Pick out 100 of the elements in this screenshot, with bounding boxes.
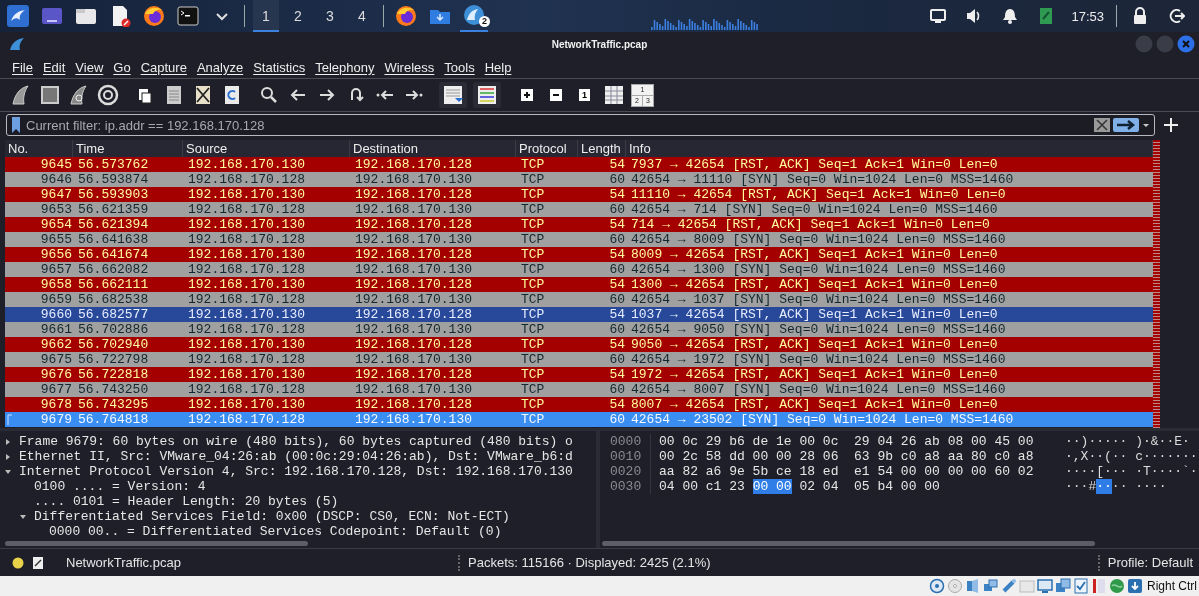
resize-columns-icon[interactable] [602,84,625,106]
menu-item[interactable]: Tools [444,59,475,75]
scrollbar-thumb[interactable] [5,541,308,546]
packet-row[interactable]: 9646 56.593874 192.168.170.128 192.168.170.130 TCP 60 42654 → 11110 [SYN] Seq=0 Win=1024 Len=0 MSS=1460 [5,172,1153,187]
table-cell-text: 60 [608,322,626,337]
fin-icon[interactable] [67,84,90,106]
packet-row[interactable]: 9655 56.641638 192.168.170.128 192.168.170.130 TCP 60 42654 → 8009 [SYN] Seq=0 Win=1024 Len=0 MSS=1460 [5,232,1153,247]
tree-item[interactable]: 0100 .... = Version: 4 [34,479,206,494]
menu-item[interactable]: Help [484,59,512,75]
filter-field[interactable]: Current filter: ip.addr == 192.168.170.128 [24,117,1091,133]
bell-icon[interactable] [1001,7,1020,25]
packet-row[interactable]: 9676 56.722818 192.168.170.130 192.168.170.128 TCP 54 1972 → 42654 [RST, ACK] Seq=1 Ack=1 Win=0 Len=0 [5,367,1153,382]
profile-label[interactable]: Profile: Default [1107,555,1193,570]
packet-row[interactable]: 9645 56.573762 192.168.170.130 192.168.170.128 TCP 54 7937 → 42654 [RST, ACK] Seq=1 Ack=1 Win=0 Len=0 [5,157,1153,172]
fin-icon [8,36,26,52]
window-icon[interactable] [41,5,63,27]
ascii-bytes[interactable]: ·,X··(·· c······· [1065,449,1198,464]
workspace-tab[interactable]: 3 [317,0,343,32]
packet-row[interactable]: 9660 56.682577 192.168.170.130 192.168.170.128 TCP 54 1037 → 42654 [RST, ACK] Seq=1 Ack=1 Win=0 Len=0 [5,307,1153,322]
globe-icon[interactable] [1109,578,1125,594]
menu-item[interactable]: Capture [140,59,187,75]
clock-time[interactable]: 17:53 [1071,8,1104,24]
windows-icon[interactable] [1055,578,1071,594]
menu-item[interactable]: Go [113,59,131,75]
add-icon[interactable] [1163,117,1179,133]
hex-bytes[interactable]: 02 04 05 b4 00 00 [791,479,940,494]
monitor-icon[interactable] [929,7,948,25]
disk-icon[interactable] [929,578,945,594]
expanded-icon[interactable] [19,512,27,521]
tree-item[interactable]: Frame 9679: 60 bytes on wire (480 bits), 60 bytes captured (480 bits) o [19,434,573,449]
ascii-bytes[interactable]: ···# [1065,479,1097,494]
collapsed-icon[interactable] [4,437,12,446]
packet-row[interactable]: 9654 56.621394 192.168.170.130 192.168.170.128 TCP 54 714 → 42654 [RST, ACK] Seq=1 Ack=1 Win=0 Len=0 [5,217,1153,232]
lock-icon[interactable] [1131,7,1149,25]
packet-minimap[interactable] [1153,140,1160,428]
recording-icon[interactable] [1091,578,1107,594]
packet-row[interactable]: 9657 56.662082 192.168.170.128 192.168.170.130 TCP 60 42654 → 1300 [SYN] Seq=0 Win=1024 Len=0 MSS=1460 [5,262,1153,277]
usb-icon[interactable] [1001,578,1017,594]
stop-icon[interactable] [38,84,61,106]
menu-item[interactable]: Statistics [253,59,306,75]
packet-row[interactable]: 9653 56.621359 192.168.170.128 192.168.170.130 TCP 60 42654 → 714 [SYN] Seq=0 Win=1024 Len=0 MSS=1460 [5,202,1153,217]
menu-item[interactable]: View [75,59,104,75]
hex-bytes[interactable]: aa 82 a6 9e 5b ce 18 ed e1 54 00 00 00 00 60 02 [659,464,1034,479]
packet-row[interactable]: 9677 56.743250 192.168.170.128 192.168.170.130 TCP 60 42654 → 8007 [SYN] Seq=0 Win=1024 Len=0 MSS=1460 [5,382,1153,397]
packet-row[interactable]: 9659 56.682538 192.168.170.128 192.168.170.130 TCP 60 42654 → 1037 [SYN] Seq=0 Win=1024 Len=0 MSS=1460 [5,292,1153,307]
tree-item[interactable]: .... 0101 = Header Length: 20 bytes (5) [34,494,339,509]
expanded-icon[interactable] [4,467,12,476]
status-dot-icon[interactable] [12,556,24,569]
scrollbar-thumb[interactable] [602,541,1095,546]
packet-row[interactable]: 9678 56.743295 192.168.170.130 192.168.170.128 TCP 54 8007 → 42654 [RST, ACK] Seq=1 Ack=1 Win=0 Len=0 [5,397,1153,412]
menu-item[interactable]: Analyze [196,59,244,75]
speaker-icon[interactable] [965,578,981,594]
tree-item[interactable]: 0000 00.. = Differentiated Services Codepoint: Default (0) [49,524,502,539]
workspace-tab[interactable]: 4 [349,0,375,32]
ascii-bytes[interactable]: ··)····· )·&··E· [1065,434,1190,449]
tree-item[interactable]: Ethernet II, Src: VMware_04:26:ab (00:0c:29:04:26:ab), Dst: VMware_b6:d [19,449,573,464]
clear-icon[interactable] [1094,118,1110,132]
hex-bytes[interactable]: 04 00 c1 23 [659,479,753,494]
fin-icon[interactable] [463,4,485,26]
collapsed-icon[interactable] [4,452,12,461]
logout-icon[interactable] [1167,7,1185,25]
settings-icon[interactable] [96,84,119,106]
hex-bytes[interactable]: 00 00 [752,479,792,494]
tree-item[interactable]: Internet Protocol Version 4, Src: 192.168.170.128, Dst: 192.168.170.130 [19,464,573,479]
close-button[interactable] [1177,35,1195,53]
ascii-bytes[interactable]: ·· ···· [1111,479,1167,494]
menu-item[interactable]: Telephony [315,59,375,75]
table-cell-text: 192.168.170.128 [187,202,307,217]
hex-bytes[interactable]: 00 0c 29 b6 de 1e 00 0c 29 04 26 ab 08 00 45 00 [659,434,1034,449]
colorize-icon[interactable] [476,84,498,106]
comment-icon[interactable] [32,555,44,570]
network-icon[interactable] [983,578,999,594]
download-icon[interactable] [1127,578,1143,594]
menu-item[interactable]: File [12,59,33,75]
table-cell-text: 192.168.170.130 [354,412,474,427]
workspace-tab[interactable]: 1 [253,0,279,32]
packet-row[interactable]: 9675 56.722798 192.168.170.128 192.168.170.130 TCP 60 42654 → 1972 [SYN] Seq=0 Win=1024 Len=0 MSS=1460 [5,352,1153,367]
bookmark-icon[interactable] [11,117,21,133]
display-icon[interactable] [1037,578,1053,594]
workspace-tab[interactable]: 2 [285,0,311,32]
autoscroll-icon[interactable] [442,84,464,106]
menu-item[interactable]: Wireless [384,59,435,75]
packet-row[interactable]: 9656 56.641674 192.168.170.130 192.168.170.128 TCP 54 8009 → 42654 [RST, ACK] Seq=1 Ack=1 Win=0 Len=0 [5,247,1153,262]
normal-size-icon[interactable]: 1 [579,89,590,101]
ascii-bytes[interactable]: ····[··· ·T····`· [1065,464,1198,479]
filter-bar[interactable]: Current filter: ip.addr == 192.168.170.128 [6,114,1155,136]
table-cell-text: 192.168.170.128 [354,157,474,172]
browser-icon[interactable] [395,5,417,27]
browser-icon[interactable] [143,5,165,27]
packet-row[interactable]: 9647 56.593903 192.168.170.130 192.168.170.128 TCP 54 11110 → 42654 [RST, ACK] Seq=1 Ack=1 Win=0 Len=0 [5,187,1153,202]
fin-icon[interactable] [9,84,32,106]
packet-row[interactable]: 9658 56.662111 192.168.170.130 192.168.170.128 TCP 54 1300 → 42654 [RST, ACK] Seq=1 Ack=1 Win=0 Len=0 [5,277,1153,292]
packet-row[interactable]: 9661 56.702886 192.168.170.128 192.168.170.130 TCP 60 42654 → 9050 [SYN] Seq=0 Win=1024 Len=0 MSS=1460 [5,322,1153,337]
ascii-bytes[interactable]: ·· [1096,479,1112,494]
checklist-icon[interactable] [1073,578,1089,594]
hex-bytes[interactable]: 00 2c 58 dd 00 00 28 06 63 9b c0 a8 aa 80 c0 a8 [659,449,1034,464]
tree-item[interactable]: Differentiated Services Field: 0x00 (DSCP: CS0, ECN: Not-ECT) [34,509,510,524]
terminal-icon[interactable] [177,5,199,27]
packet-row[interactable]: 9662 56.702940 192.168.170.130 192.168.170.128 TCP 54 9050 → 42654 [RST, ACK] Seq=1 Ack=1 Win=0 Len=0 [5,337,1153,352]
menu-item[interactable]: Edit [42,59,66,75]
